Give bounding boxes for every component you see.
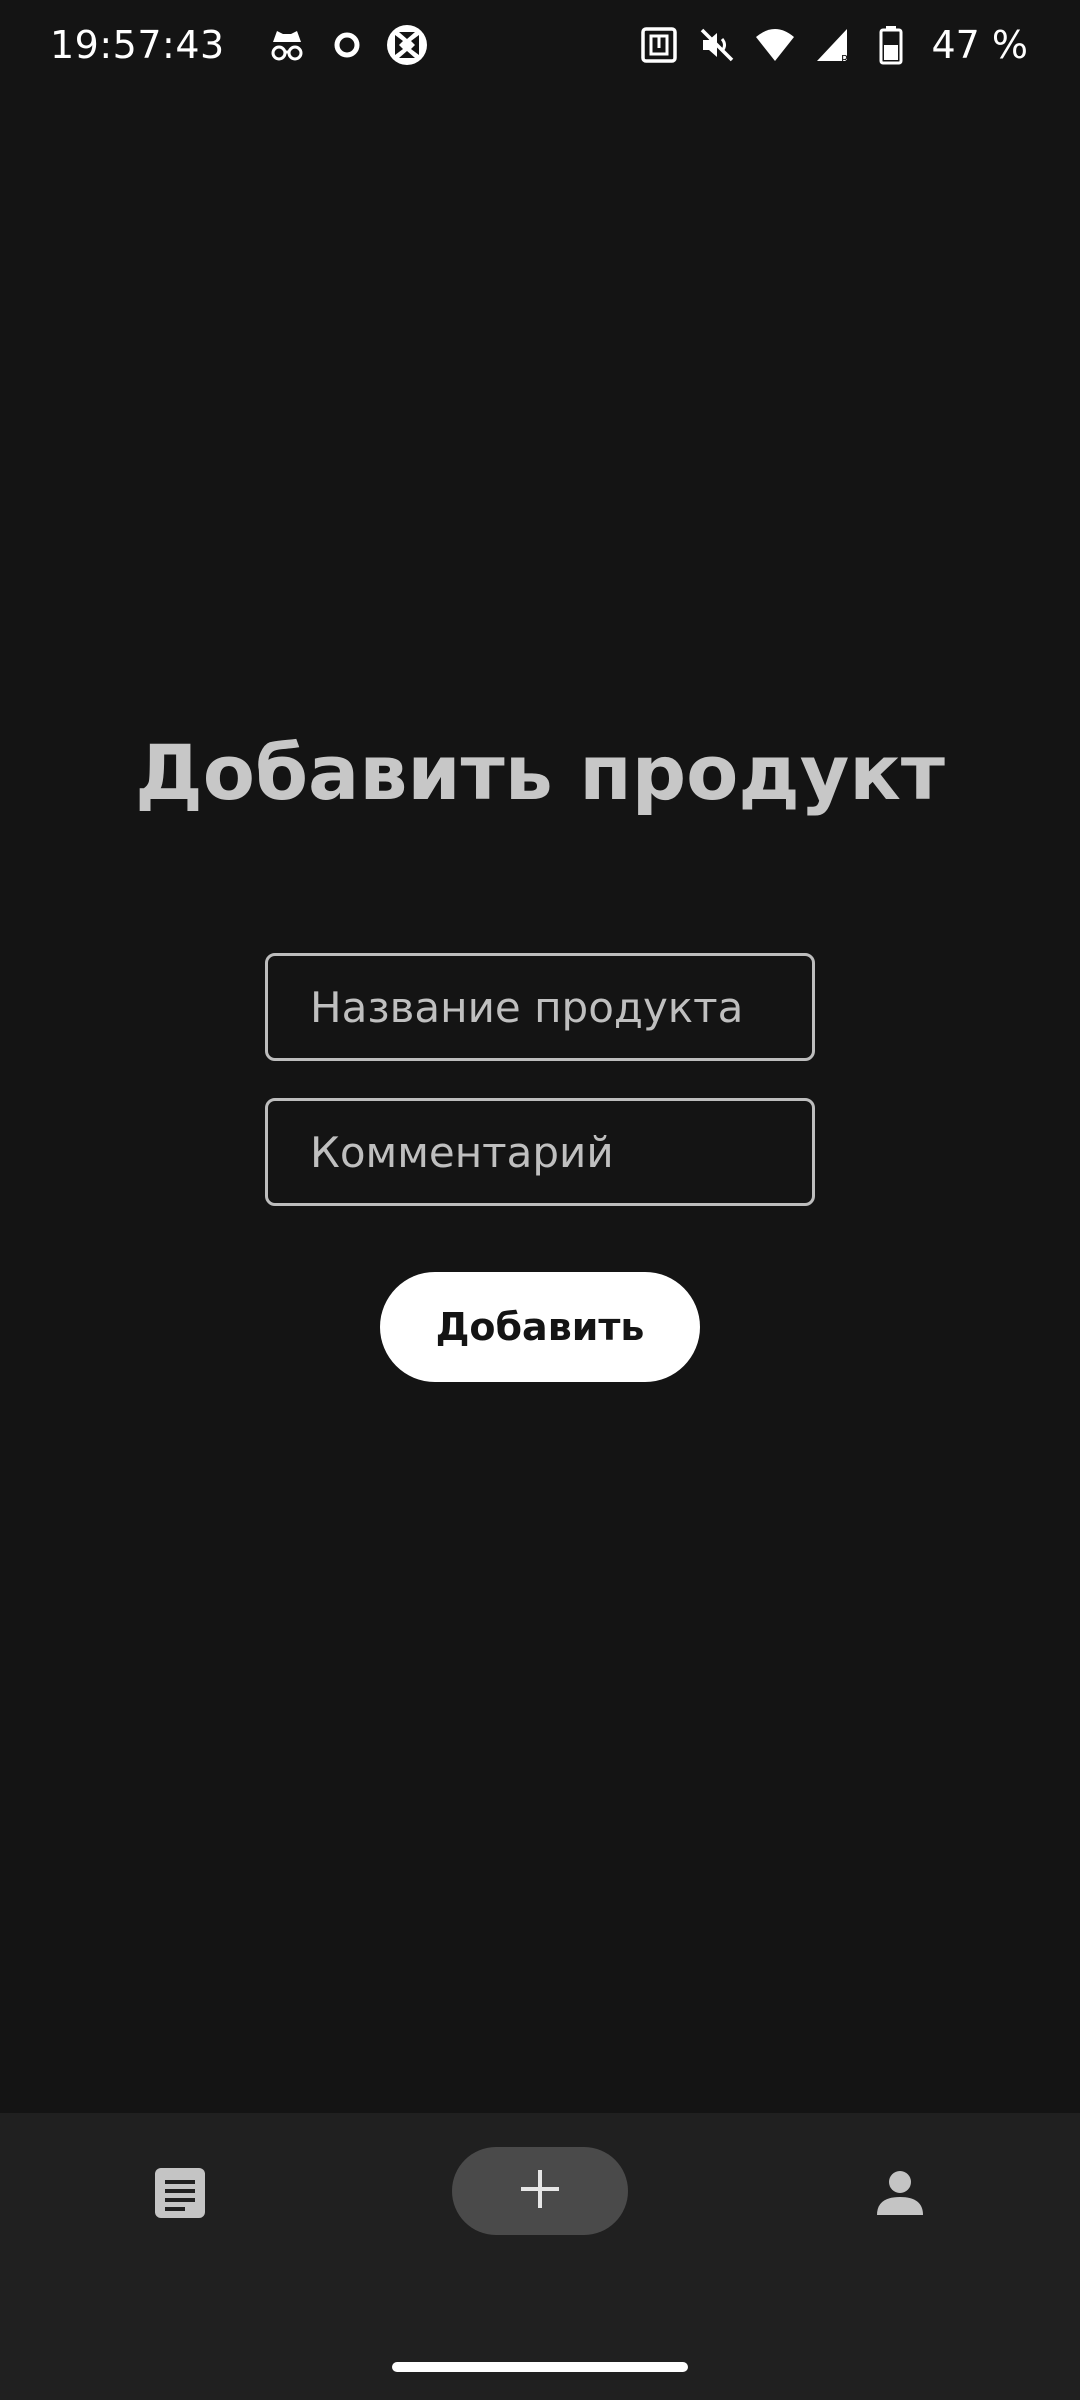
battery-percent: 47 %	[931, 23, 1028, 67]
page-title: Добавить продукт	[135, 728, 945, 817]
vibrate-off-icon	[695, 23, 739, 67]
nav-item-profile[interactable]	[860, 2155, 940, 2235]
nav-item-add[interactable]	[452, 2147, 628, 2235]
incognito-icon	[265, 23, 309, 67]
svg-text:R: R	[841, 53, 849, 65]
list-icon	[152, 2165, 208, 2225]
nfc-icon	[637, 23, 681, 67]
comment-input[interactable]: Комментарий	[265, 1098, 815, 1206]
product-name-input[interactable]: Название продукта	[265, 953, 815, 1061]
plus-icon	[517, 2166, 563, 2216]
battery-icon	[869, 23, 913, 67]
bottom-navigation	[0, 2113, 1080, 2400]
nav-item-list[interactable]	[140, 2155, 220, 2235]
status-bar-left: 19:57:43	[50, 23, 429, 67]
status-bar-right: R 47 %	[637, 23, 1028, 67]
home-indicator[interactable]	[392, 2362, 688, 2372]
add-product-screen: 19:57:43 R 47 % Добавить продукт Названи…	[0, 0, 1080, 2400]
status-time: 19:57:43	[50, 23, 225, 67]
status-bar: 19:57:43 R 47 %	[0, 0, 1080, 90]
signal-icon: R	[811, 23, 855, 67]
profile-icon	[874, 2167, 926, 2223]
circle-icon	[325, 23, 369, 67]
add-button[interactable]: Добавить	[380, 1272, 700, 1382]
app-badge-icon	[385, 23, 429, 67]
wifi-icon	[753, 23, 797, 67]
